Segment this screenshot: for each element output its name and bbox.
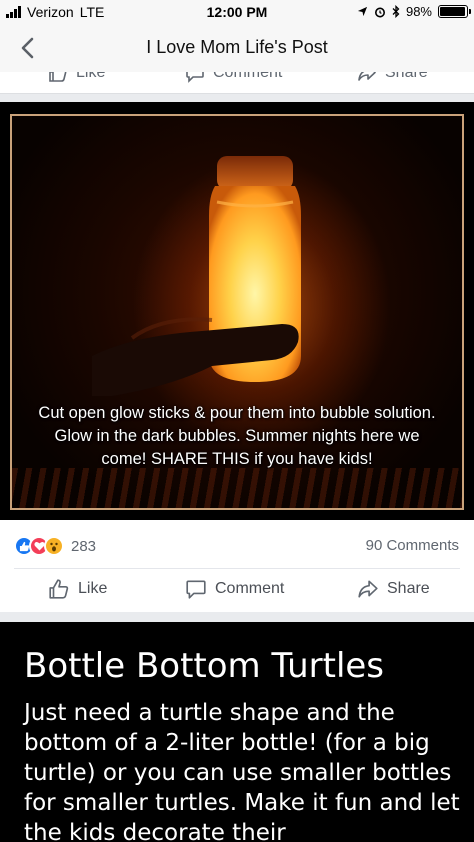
share-arrow-icon [358, 72, 376, 81]
status-indicators: 98% [357, 4, 471, 19]
prev-share-label: Share [385, 72, 428, 81]
battery-percent: 98% [405, 4, 432, 19]
prev-like-button[interactable]: Like [48, 72, 105, 83]
status-bar: Verizon LTE 12:00 PM 98% [0, 0, 474, 24]
wow-reaction-icon [44, 536, 64, 556]
thumbs-up-icon [49, 72, 67, 82]
hand-silhouette [92, 317, 299, 396]
share-label: Share [387, 580, 430, 597]
like-button[interactable]: Like [48, 578, 107, 600]
next-post-image[interactable]: Bottle Bottom Turtles Just need a turtle… [0, 622, 474, 842]
thumbs-up-icon [49, 579, 69, 599]
reactions-summary[interactable]: 283 [14, 536, 96, 556]
post-separator [0, 612, 474, 622]
navigation-bar: I Love Mom Life's Post [0, 24, 474, 72]
image-frame: Cut open glow sticks & pour them into bu… [10, 114, 464, 510]
share-arrow-icon [358, 580, 378, 598]
comments-count-link[interactable]: 90 Comments [366, 537, 459, 554]
like-label: Like [78, 580, 108, 597]
bluetooth-icon [392, 5, 400, 18]
battery-icon [438, 5, 471, 18]
comment-label: Comment [215, 580, 285, 597]
page-title: I Love Mom Life's Post [146, 37, 328, 57]
prev-comment-button[interactable]: Comment [185, 72, 282, 83]
footer-divider [14, 568, 460, 569]
prev-like-label: Like [76, 72, 106, 81]
image-caption-text: Cut open glow sticks & pour them into bu… [38, 404, 436, 468]
comment-icon [186, 72, 204, 83]
previous-post-actions: Like Comment Share [0, 72, 474, 94]
next-post-title: Bottle Bottom Turtles [24, 646, 385, 686]
post-footer: 283 90 Comments Like Comment Share [0, 520, 474, 612]
prev-comment-label: Comment [213, 72, 283, 81]
post-image[interactable]: Cut open glow sticks & pour them into bu… [0, 102, 474, 520]
next-post-body: Just need a turtle shape and the bottom … [24, 700, 460, 842]
share-button[interactable]: Share [357, 578, 430, 600]
comment-button[interactable]: Comment [185, 578, 284, 600]
prev-share-button[interactable]: Share [357, 72, 428, 83]
leaf-border-decoration [12, 468, 462, 508]
reaction-count: 283 [71, 537, 97, 555]
post-separator [0, 94, 474, 102]
alarm-icon [374, 7, 385, 17]
location-arrow-icon [357, 6, 368, 17]
comment-icon [186, 580, 206, 599]
